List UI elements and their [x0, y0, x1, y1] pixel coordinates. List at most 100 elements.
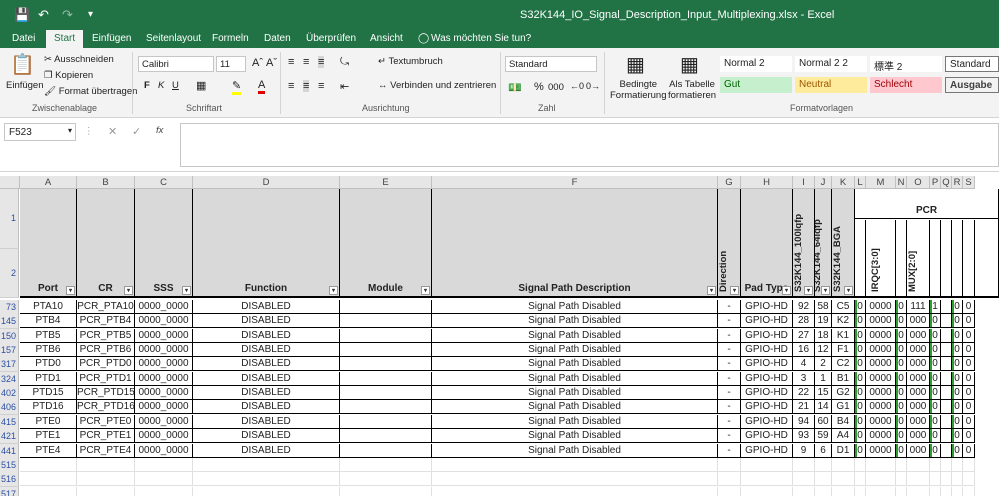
style-standard[interactable]: Standard	[945, 56, 999, 72]
table-cell[interactable]: 27	[793, 329, 815, 343]
name-box[interactable]: F523 ▾	[4, 123, 76, 141]
empty-cell[interactable]	[866, 472, 896, 486]
empty-cell[interactable]	[432, 472, 718, 486]
table-cell[interactable]: 18	[815, 329, 832, 343]
table-cell[interactable]	[340, 400, 432, 414]
empty-cell[interactable]	[855, 458, 866, 472]
empty-cell[interactable]	[432, 458, 718, 472]
table-cell[interactable]: A4	[832, 429, 855, 443]
empty-cell[interactable]	[77, 472, 135, 486]
bold-button[interactable]: F	[144, 80, 150, 91]
decrease-decimal-icon[interactable]: 0→	[586, 81, 600, 91]
empty-cell[interactable]	[20, 458, 77, 472]
table-cell[interactable]: 0	[855, 444, 866, 458]
style-gut[interactable]: Gut	[720, 77, 792, 93]
align-right-icon[interactable]: ≡	[318, 80, 324, 92]
table-cell[interactable]: 0	[963, 415, 975, 429]
column-header[interactable]: P	[930, 176, 941, 189]
table-cell[interactable]: 0	[963, 300, 975, 314]
table-cell[interactable]: 0000	[866, 386, 896, 400]
empty-cell[interactable]	[193, 487, 340, 496]
table-cell[interactable]	[941, 300, 952, 314]
empty-cell[interactable]	[941, 487, 952, 496]
table-cell[interactable]: 000	[907, 386, 930, 400]
table-cell[interactable]: 0	[930, 400, 941, 414]
conditional-format-icon[interactable]: ▦	[626, 52, 645, 77]
table-cell[interactable]: 0000_0000	[135, 400, 193, 414]
filter-dropdown-icon[interactable]: ▾	[124, 286, 133, 295]
table-cell[interactable]: 0	[963, 343, 975, 357]
empty-cell[interactable]	[135, 487, 193, 496]
table-cell[interactable]: 0000_0000	[135, 357, 193, 371]
empty-cell[interactable]	[832, 472, 855, 486]
column-header[interactable]: D	[193, 176, 340, 189]
table-cell[interactable]: PTE4	[20, 444, 77, 458]
column-header[interactable]: G	[718, 176, 741, 189]
table-cell[interactable]: -	[718, 444, 741, 458]
filter-dropdown-icon[interactable]: ▾	[821, 286, 830, 295]
indent-icon[interactable]: ⇤	[340, 80, 349, 93]
empty-cell[interactable]	[815, 487, 832, 496]
style-ausgabe[interactable]: Ausgabe	[945, 77, 999, 93]
table-cell[interactable]: 0	[963, 357, 975, 371]
column-header[interactable]: F	[432, 176, 718, 189]
style-neutral[interactable]: Neutral	[795, 77, 867, 93]
row-header[interactable]: 421	[0, 429, 19, 444]
table-cell[interactable]: Signal Path Disabled	[432, 372, 718, 386]
table-cell[interactable]: 0	[896, 329, 907, 343]
save-icon[interactable]: 💾	[14, 7, 30, 23]
style-schlecht[interactable]: Schlecht	[870, 77, 942, 93]
table-cell[interactable]: 16	[793, 343, 815, 357]
table-cell[interactable]: DISABLED	[193, 444, 340, 458]
table-cell[interactable]: 0	[952, 343, 963, 357]
table-cell[interactable]: 0	[952, 329, 963, 343]
table-cell[interactable]: PCR_PTE4	[77, 444, 135, 458]
table-cell[interactable]	[941, 386, 952, 400]
style-normal-2[interactable]: Normal 2	[720, 56, 792, 72]
table-cell[interactable]: 0000	[866, 329, 896, 343]
table-cell[interactable]: 0000	[866, 400, 896, 414]
table-cell[interactable]	[340, 372, 432, 386]
table-cell[interactable]: PTD0	[20, 357, 77, 371]
table-cell[interactable]: PTE1	[20, 429, 77, 443]
enter-icon[interactable]: ✓	[132, 125, 141, 138]
table-cell[interactable]: 0000_0000	[135, 372, 193, 386]
percent-button[interactable]: %	[534, 81, 544, 93]
table-cell[interactable]: 0	[930, 386, 941, 400]
table-cell[interactable]: PTB4	[20, 314, 77, 328]
table-cell[interactable]: 0	[855, 400, 866, 414]
tab-datei[interactable]: Datei	[12, 33, 35, 44]
row-header[interactable]: 402	[0, 386, 19, 401]
tell-me-input[interactable]: Was möchten Sie tun?	[431, 33, 531, 44]
table-cell[interactable]: 0	[930, 329, 941, 343]
table-cell[interactable]: 0	[896, 357, 907, 371]
row-header[interactable]: 2	[0, 249, 19, 298]
table-cell[interactable]	[340, 415, 432, 429]
column-header[interactable]: M	[866, 176, 896, 189]
shrink-font-icon[interactable]: Aˇ	[266, 57, 277, 69]
format-painter-button[interactable]: 🖌 Format übertragen	[44, 86, 137, 97]
table-cell[interactable]: 0	[930, 357, 941, 371]
empty-cell[interactable]	[907, 472, 930, 486]
table-cell[interactable]	[340, 343, 432, 357]
table-cell[interactable]: PTE0	[20, 415, 77, 429]
align-left-icon[interactable]: ≡	[288, 80, 294, 92]
table-cell[interactable]: PCR_PTD15	[77, 386, 135, 400]
table-cell[interactable]: 0	[952, 400, 963, 414]
table-cell[interactable]: 0	[896, 444, 907, 458]
empty-cell[interactable]	[20, 487, 77, 496]
tab-daten[interactable]: Daten	[264, 33, 291, 44]
column-header[interactable]: L	[855, 176, 866, 189]
table-cell[interactable]: Signal Path Disabled	[432, 314, 718, 328]
filter-dropdown-icon[interactable]: ▾	[804, 286, 813, 295]
empty-cell[interactable]	[815, 472, 832, 486]
table-cell[interactable]: DISABLED	[193, 357, 340, 371]
table-cell[interactable]: DISABLED	[193, 372, 340, 386]
table-cell[interactable]: -	[718, 386, 741, 400]
table-cell[interactable]: 0	[896, 314, 907, 328]
table-cell[interactable]: F1	[832, 343, 855, 357]
table-cell[interactable]: 94	[793, 415, 815, 429]
table-cell[interactable]: -	[718, 357, 741, 371]
table-cell[interactable]: 0	[963, 314, 975, 328]
table-cell[interactable]: PCR_PTB5	[77, 329, 135, 343]
